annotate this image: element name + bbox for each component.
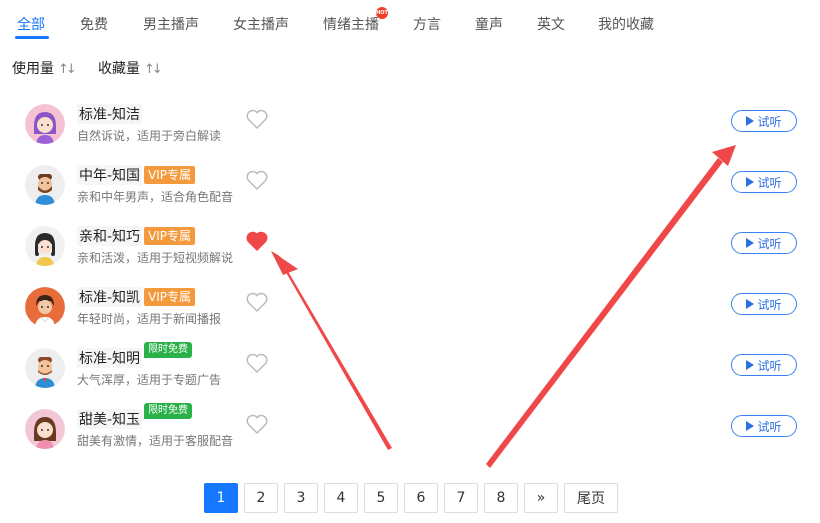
voice-description: 自然诉说，适用于旁白解读 [77,129,222,143]
listen-button[interactable]: 试听 [731,171,797,193]
voice-name: 标准-知凯 [77,287,143,307]
avatar [25,348,65,388]
voice-name: 甜美-知玉 [77,409,143,429]
listen-label: 试听 [757,358,782,373]
voice-title: 甜美-知玉 限时免费 [77,403,193,429]
avatar [25,104,65,144]
voice-row: 亲和-知巧 VIP专属 亲和活泼，适用于短视频解说 试听 [0,226,820,286]
listen-label: 试听 [757,114,782,129]
free-badge: 限时免费 [144,342,193,358]
voice-row: 标准-知明 限时免费 大气浑厚，适用于专题广告 试听 [0,342,820,408]
listen-label: 试听 [757,175,782,190]
avatar [25,287,65,327]
free-badge: 限时免费 [144,403,193,419]
voice-description: 年轻时尚，适用于新闻播报 [77,312,222,326]
voice-title: 中年-知国 VIP专属 [77,165,196,185]
page-button[interactable]: 4 [324,483,358,513]
listen-button[interactable]: 试听 [731,415,797,437]
tab-male-voice[interactable]: 男主播声 [143,14,199,34]
play-icon [746,116,755,126]
listen-label: 试听 [757,419,782,434]
listen-button[interactable]: 试听 [731,293,797,315]
vip-badge: VIP专属 [144,227,196,245]
sort-arrows-icon: ↑↓ [58,62,77,77]
last-page-button[interactable]: 尾页 [564,483,618,513]
play-icon [746,177,755,187]
page-button[interactable]: 1 [204,483,238,513]
play-icon [746,238,755,248]
heart-icon[interactable] [245,230,269,252]
heart-icon[interactable] [245,291,269,313]
next-page-button[interactable]: » [524,483,558,513]
hot-badge: HOT [376,7,388,19]
voice-row: 中年-知国 VIP专属 亲和中年男声，适合角色配音 试听 [0,165,820,225]
page-button[interactable]: 5 [364,483,398,513]
voice-title: 标准-知明 限时免费 [77,342,193,368]
page-button[interactable]: 2 [244,483,278,513]
voice-name: 中年-知国 [77,165,143,185]
heart-icon[interactable] [245,413,269,435]
voice-title: 标准-知凯 VIP专属 [77,287,196,307]
listen-button[interactable]: 试听 [731,232,797,254]
heart-icon[interactable] [245,108,269,130]
vip-badge: VIP专属 [144,166,196,184]
tab-my-favorites[interactable]: 我的收藏 [598,14,654,34]
page-button[interactable]: 8 [484,483,518,513]
sort-usage-label: 使用量 [12,61,54,77]
avatar [25,165,65,205]
voice-title: 亲和-知巧 VIP专属 [77,226,196,246]
page-button[interactable]: 7 [444,483,478,513]
sort-by-favorites[interactable]: 收藏量 ↑↓ [98,58,163,78]
sort-favorites-label: 收藏量 [98,61,140,77]
voice-title: 标准-知洁 [77,104,143,124]
voice-row: 甜美-知玉 限时免费 甜美有激情，适用于客服配音 试听 [0,403,820,469]
voice-description: 亲和中年男声，适合角色配音 [77,190,234,204]
voice-row: 标准-知凯 VIP专属 年轻时尚，适用于新闻播报 试听 [0,287,820,347]
play-icon [746,360,755,370]
listen-label: 试听 [757,297,782,312]
avatar [25,226,65,266]
sort-arrows-icon: ↑↓ [144,62,163,77]
voice-row: 标准-知洁 自然诉说，适用于旁白解读 试听 [0,104,820,164]
tab-free[interactable]: 免费 [80,14,108,34]
page-button[interactable]: 3 [284,483,318,513]
voice-name: 亲和-知巧 [77,226,143,246]
tab-emotion-voice[interactable]: 情绪主播 HOT [323,7,388,34]
category-tabs: 全部 免费 男主播声 女主播声 情绪主播 HOT 方言 童声 英文 我的收藏 [0,0,820,44]
tab-child-voice[interactable]: 童声 [475,14,503,34]
sort-by-usage[interactable]: 使用量 ↑↓ [12,58,77,78]
avatar [25,409,65,449]
voice-name: 标准-知明 [77,348,143,368]
play-icon [746,421,755,431]
voice-name: 标准-知洁 [77,104,143,124]
tab-dialect[interactable]: 方言 [413,14,441,34]
tab-all[interactable]: 全部 [17,14,45,34]
listen-button[interactable]: 试听 [731,354,797,376]
tab-female-voice[interactable]: 女主播声 [233,14,289,34]
listen-label: 试听 [757,236,782,251]
voice-description: 大气浑厚，适用于专题广告 [77,373,222,387]
listen-button[interactable]: 试听 [731,110,797,132]
tab-emotion-label: 情绪主播 [323,17,379,33]
heart-icon[interactable] [245,352,269,374]
voice-description: 甜美有激情，适用于客服配音 [77,434,234,448]
active-tab-indicator [15,36,49,39]
pagination: 1 2 3 4 5 6 7 8 » 尾页 [204,483,618,513]
play-icon [746,299,755,309]
page-button[interactable]: 6 [404,483,438,513]
vip-badge: VIP专属 [144,288,196,306]
tab-english[interactable]: 英文 [537,14,565,34]
heart-icon[interactable] [245,169,269,191]
voice-description: 亲和活泼，适用于短视频解说 [77,251,234,265]
